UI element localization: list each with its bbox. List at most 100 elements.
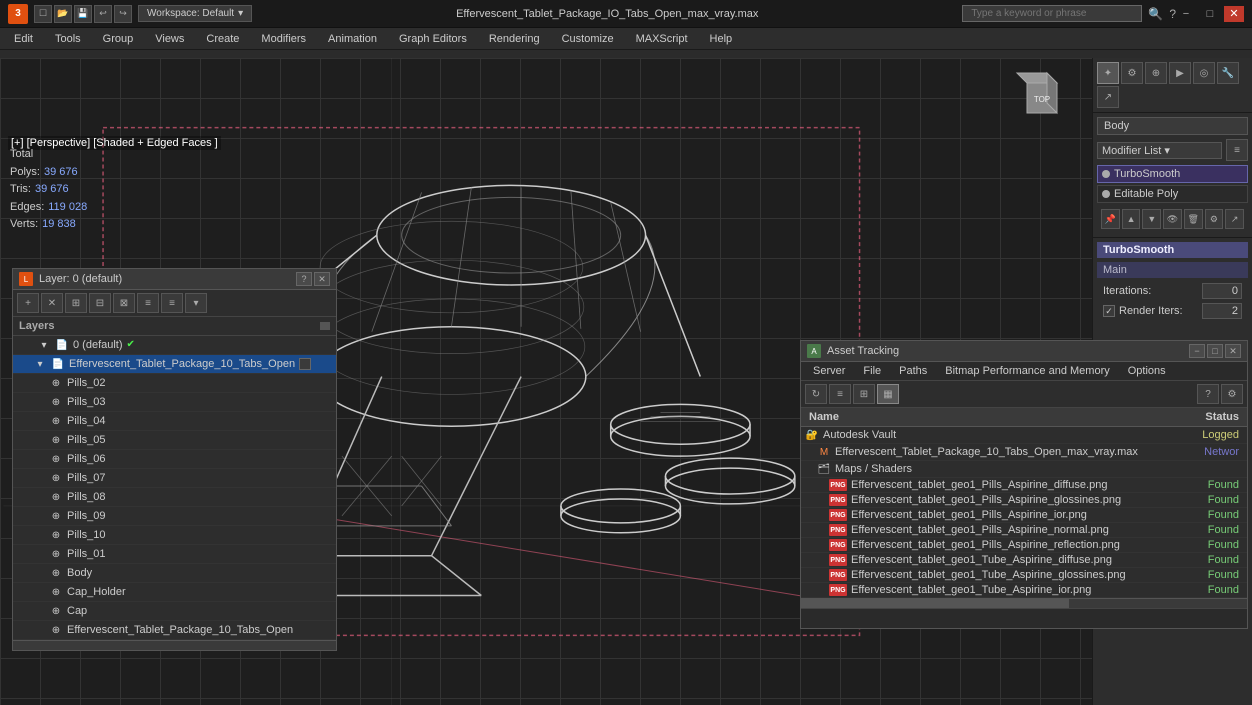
ts-render-cb-icon[interactable] [1103,305,1115,317]
editable-poly-entry[interactable]: Editable Poly [1097,185,1248,203]
modify-tab[interactable]: ⚙ [1121,62,1143,84]
asset-menu-paths[interactable]: Paths [891,364,935,378]
menu-group[interactable]: Group [93,29,144,49]
asset-detail-view-button[interactable]: ▦ [877,384,899,404]
save-icon[interactable]: 💾 [74,5,92,23]
layer-row-pills08[interactable]: ⊕ Pills_08 [13,488,336,507]
asset-row-png6[interactable]: PNG Effervescent_tablet_geo1_Tube_Aspiri… [801,553,1247,568]
menu-help[interactable]: Help [700,29,743,49]
asset-row-png3[interactable]: PNG Effervescent_tablet_geo1_Pills_Aspir… [801,508,1247,523]
asset-row-png4[interactable]: PNG Effervescent_tablet_geo1_Pills_Aspir… [801,523,1247,538]
layers-delete-button[interactable]: ✕ [41,293,63,313]
menu-maxscript[interactable]: MAXScript [626,29,698,49]
mod-extra-icon[interactable]: ↗ [1225,209,1244,229]
layers-options-button[interactable]: ▾ [185,293,207,313]
asset-row-png5[interactable]: PNG Effervescent_tablet_geo1_Pills_Aspir… [801,538,1247,553]
menu-tools[interactable]: Tools [45,29,91,49]
asset-row-png7[interactable]: PNG Effervescent_tablet_geo1_Tube_Aspiri… [801,568,1247,583]
asset-menu-options[interactable]: Options [1120,364,1174,378]
layers-merge-button[interactable]: ⊟ [89,293,111,313]
asset-search-bar[interactable] [801,608,1247,628]
workspace-selector[interactable]: Workspace: Default ▾ [138,5,252,22]
layer-row-pills01[interactable]: ⊕ Pills_01 [13,545,336,564]
asset-row-max[interactable]: M Effervescent_Tablet_Package_10_Tabs_Op… [801,444,1247,461]
asset-grid-view-button[interactable]: ⊞ [853,384,875,404]
layer-row-pills04[interactable]: ⊕ Pills_04 [13,412,336,431]
extra-icon[interactable]: ↗ [1097,86,1119,108]
menu-modifiers[interactable]: Modifiers [251,29,316,49]
layers-list[interactable]: ▾ 📄 0 (default) ✔ ▾ 📄 Effervescent_Table… [13,336,336,640]
mod-settings-icon[interactable]: ⚙ [1205,209,1224,229]
layers-expand-button[interactable]: ≡ [137,293,159,313]
asset-row-png1[interactable]: PNG Effervescent_tablet_geo1_Pills_Aspir… [801,478,1247,493]
layers-horizontal-scrollbar[interactable] [13,640,336,650]
turbosmooth-entry[interactable]: TurboSmooth [1097,165,1248,183]
layers-help-button[interactable]: ? [296,272,312,286]
asset-table-content[interactable]: 🔐 Autodesk Vault Logged M Effervescent_T… [801,427,1247,598]
modifier-options-icon[interactable]: ≡ [1226,139,1248,161]
ts-iterations-input[interactable] [1202,283,1242,299]
asset-settings-button[interactable]: ⚙ [1221,384,1243,404]
hierarchy-tab[interactable]: ⊕ [1145,62,1167,84]
layer-row-pills02[interactable]: ⊕ Pills_02 [13,374,336,393]
mod-move-up-icon[interactable]: ▲ [1122,209,1141,229]
layer-row-main[interactable]: ▾ 📄 Effervescent_Tablet_Package_10_Tabs_… [13,355,336,374]
layers-close-button[interactable]: ✕ [314,272,330,286]
asset-search-input[interactable] [807,612,1241,623]
ts-render-iters-input[interactable] [1202,303,1242,319]
menu-customize[interactable]: Customize [552,29,624,49]
layer-row-body[interactable]: ⊕ Body [13,564,336,583]
menu-edit[interactable]: Edit [4,29,43,49]
asset-help-button[interactable]: ? [1197,384,1219,404]
asset-row-png8[interactable]: PNG Effervescent_tablet_geo1_Tube_Aspiri… [801,583,1247,598]
layer-row-pills05[interactable]: ⊕ Pills_05 [13,431,336,450]
menu-views[interactable]: Views [145,29,194,49]
search-input[interactable] [962,5,1142,22]
mod-show-icon[interactable]: 👁 [1163,209,1182,229]
asset-list-view-button[interactable]: ≡ [829,384,851,404]
menu-create[interactable]: Create [196,29,249,49]
close-button[interactable]: ✕ [1224,6,1244,22]
menu-animation[interactable]: Animation [318,29,387,49]
display-tab[interactable]: ◎ [1193,62,1215,84]
layer-row-pills09[interactable]: ⊕ Pills_09 [13,507,336,526]
new-file-icon[interactable]: ☐ [34,5,52,23]
motion-tab[interactable]: ▶ [1169,62,1191,84]
search-icon[interactable]: 🔍 [1148,7,1163,21]
layer-row-pills03[interactable]: ⊕ Pills_03 [13,393,336,412]
mod-move-down-icon[interactable]: ▼ [1142,209,1161,229]
layer-row-cap[interactable]: ⊕ Cap [13,602,336,621]
layer-row-cap-holder[interactable]: ⊕ Cap_Holder [13,583,336,602]
asset-row-vault[interactable]: 🔐 Autodesk Vault Logged [801,427,1247,444]
help-icon[interactable]: ? [1169,7,1176,21]
redo-icon[interactable]: ↪ [114,5,132,23]
layer-checkbox-main[interactable] [299,358,311,370]
asset-refresh-button[interactable]: ↻ [805,384,827,404]
layer-row-pills10[interactable]: ⊕ Pills_10 [13,526,336,545]
layers-collapse-button[interactable]: ≡ [161,293,183,313]
layer-row-default[interactable]: ▾ 📄 0 (default) ✔ [13,336,336,355]
asset-minimize-button[interactable]: − [1189,344,1205,358]
asset-maximize-button[interactable]: □ [1207,344,1223,358]
asset-close-button[interactable]: ✕ [1225,344,1241,358]
utilities-tab[interactable]: 🔧 [1217,62,1239,84]
layers-select-button[interactable]: ⊞ [65,293,87,313]
asset-menu-bitmap-perf[interactable]: Bitmap Performance and Memory [937,364,1117,378]
mod-pin-icon[interactable]: 📌 [1101,209,1120,229]
view-cube[interactable]: TOP [1012,68,1072,128]
mod-delete-icon[interactable]: 🗑 [1184,209,1203,229]
layer-row-pills07[interactable]: ⊕ Pills_07 [13,469,336,488]
modifier-list-select[interactable]: Modifier List ▾ [1097,142,1222,159]
asset-row-png2[interactable]: PNG Effervescent_tablet_geo1_Pills_Aspir… [801,493,1247,508]
menu-graph-editors[interactable]: Graph Editors [389,29,477,49]
asset-row-maps[interactable]: 🗂 Maps / Shaders [801,461,1247,478]
minimize-button[interactable]: − [1176,6,1196,22]
asset-menu-server[interactable]: Server [805,364,853,378]
asset-menu-file[interactable]: File [855,364,889,378]
maximize-button[interactable]: □ [1200,6,1220,22]
layer-row-effervescent-sub[interactable]: ⊕ Effervescent_Tablet_Package_10_Tabs_Op… [13,621,336,640]
layers-flatten-button[interactable]: ⊠ [113,293,135,313]
layers-add-button[interactable]: + [17,293,39,313]
menu-rendering[interactable]: Rendering [479,29,550,49]
asset-horizontal-scrollbar[interactable] [801,598,1247,608]
